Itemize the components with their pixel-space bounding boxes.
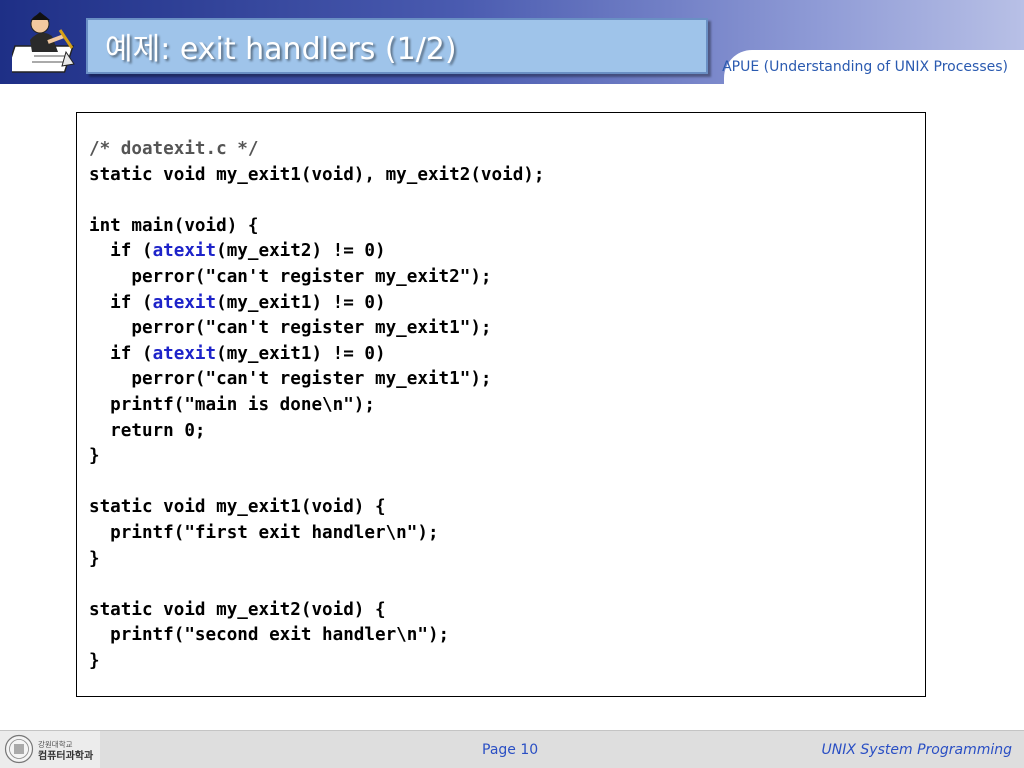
university-name: 강원대학교 bbox=[38, 739, 73, 749]
slide-subtitle: APUE (Understanding of UNIX Processes) bbox=[722, 59, 1008, 75]
code-segment: if ( bbox=[89, 241, 153, 262]
footer-logo-area: 강원대학교 컴퓨터과학과 bbox=[0, 731, 100, 768]
code-line: if (atexit(my_exit1) != 0) bbox=[89, 342, 544, 368]
code-box: /* doatexit.c */ static void my_exit1(voi… bbox=[76, 112, 926, 697]
code-segment: if ( bbox=[89, 292, 153, 313]
university-seal-icon bbox=[4, 734, 34, 764]
code-line: } bbox=[89, 650, 100, 671]
code-segment: if ( bbox=[89, 343, 153, 364]
code-line: printf("first exit handler\n"); bbox=[89, 522, 439, 543]
code-line: } bbox=[89, 548, 100, 569]
code-line: static void my_exit1(void), my_exit2(voi… bbox=[89, 164, 545, 185]
code-line: if (atexit(my_exit1) != 0) bbox=[89, 291, 544, 317]
code-line: } bbox=[89, 446, 100, 467]
code-line: if (atexit(my_exit2) != 0) bbox=[89, 239, 544, 265]
code-segment: (my_exit1) != 0) bbox=[216, 292, 386, 313]
department-name: 컴퓨터과학과 bbox=[38, 749, 94, 762]
code-line: printf("main is done\n"); bbox=[89, 394, 375, 415]
code-line: int main(void) { bbox=[89, 215, 259, 236]
code-line: static void my_exit2(void) { bbox=[89, 599, 386, 620]
course-name: UNIX System Programming bbox=[821, 742, 1012, 758]
slide-title: 예제: exit handlers (1/2) bbox=[105, 32, 457, 67]
code-line: perror("can't register my_exit2"); bbox=[89, 266, 492, 287]
code-segment: (my_exit1) != 0) bbox=[216, 343, 386, 364]
footer: 강원대학교 컴퓨터과학과 Page 10 UNIX System Program… bbox=[0, 730, 1024, 768]
function-highlight: atexit bbox=[152, 343, 217, 364]
department-logo: 강원대학교 컴퓨터과학과 bbox=[38, 739, 94, 762]
page-number: Page 10 bbox=[482, 742, 539, 758]
function-highlight: atexit bbox=[152, 241, 217, 262]
code-segment: (my_exit2) != 0) bbox=[216, 241, 386, 262]
function-highlight: atexit bbox=[152, 292, 217, 313]
code-line: printf("second exit handler\n"); bbox=[89, 625, 450, 646]
code-line: return 0; bbox=[89, 420, 206, 441]
code-listing: /* doatexit.c */ static void my_exit1(voi… bbox=[89, 137, 544, 674]
code-line: /* doatexit.c */ bbox=[89, 139, 259, 159]
code-line: static void my_exit1(void) { bbox=[89, 497, 386, 518]
code-line: perror("can't register my_exit1"); bbox=[89, 369, 492, 390]
code-line: perror("can't register my_exit1"); bbox=[89, 318, 492, 339]
scholar-writing-icon bbox=[12, 12, 75, 73]
